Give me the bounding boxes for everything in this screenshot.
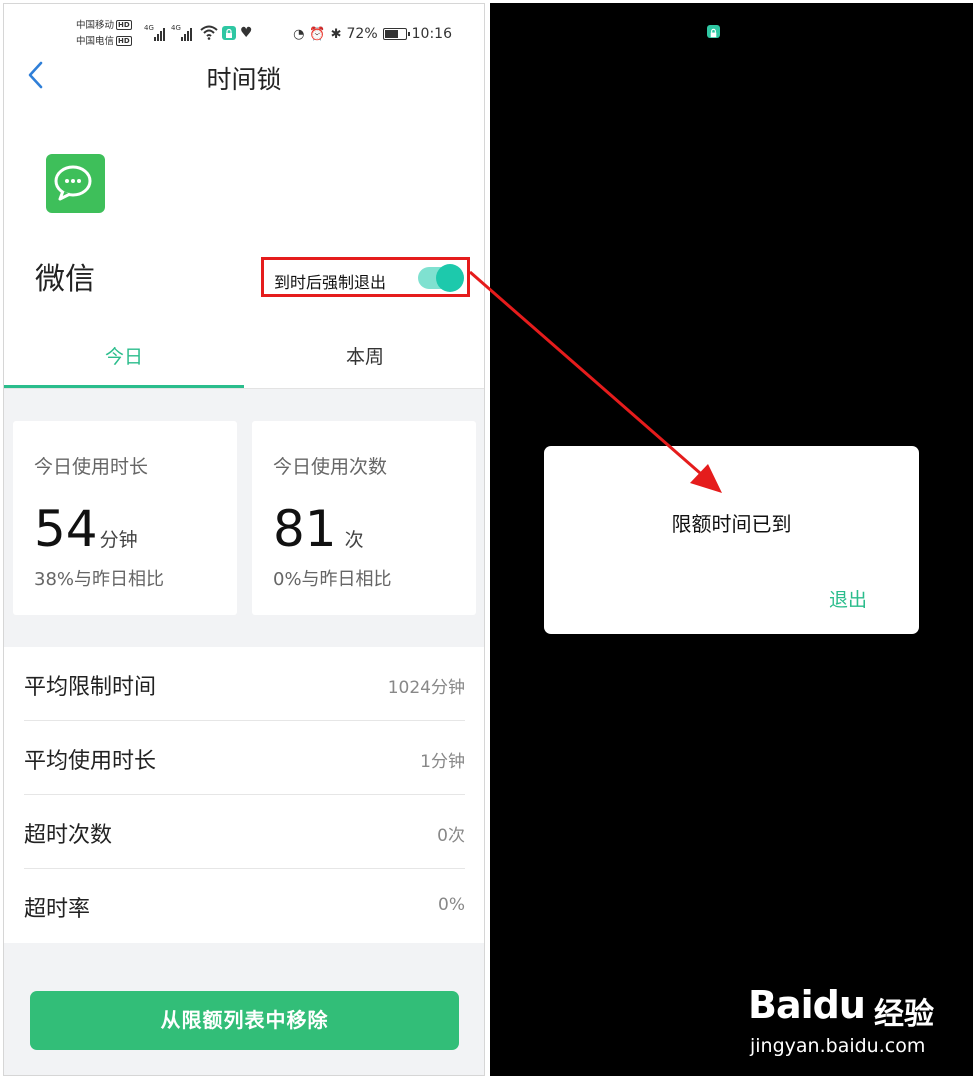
clock: 10:16 (411, 26, 452, 42)
dialog-message: 限额时间已到 (671, 512, 792, 536)
stat-value: 81 次 (273, 499, 364, 570)
stat-compare: 38%与昨日相比 (34, 569, 165, 590)
detail-label: 平均限制时间 (24, 675, 157, 700)
signal-2-icon: 4G (171, 24, 193, 41)
lock-app-icon (222, 26, 236, 40)
wifi-icon (200, 25, 218, 40)
wechat-icon (46, 154, 105, 213)
detail-label: 平均使用时长 (24, 749, 157, 774)
stat-unit: 次 (344, 529, 364, 551)
left-phone-screen: 中国移动 HD 中国电信 HD 4G 4G ♥ ◔ ⏰ ✱ 72% 10:16 … (3, 3, 485, 1076)
detail-value: 1024分钟 (387, 678, 465, 698)
signal-1-icon: 4G (144, 24, 166, 41)
data-saver-icon: ◔ (293, 26, 305, 42)
battery-percent: 72% (346, 26, 378, 42)
detail-label: 超时次数 (24, 823, 113, 848)
detail-value: 0% (438, 895, 465, 915)
detail-value: 0次 (437, 826, 465, 846)
stat-value: 54 分钟 (34, 499, 138, 570)
toggle-knob (436, 264, 464, 292)
force-exit-toggle[interactable] (418, 264, 464, 292)
alarm-icon: ⏰ (309, 26, 326, 42)
page-title: 时间锁 (206, 65, 282, 94)
carrier-2: 中国电信 HD (76, 36, 132, 48)
detail-value: 1分钟 (420, 752, 465, 772)
app-name: 微信 (35, 262, 95, 297)
carrier-1: 中国移动 HD (76, 20, 132, 32)
network-2-label: 4G (171, 24, 181, 32)
stat-number: 81 (273, 500, 337, 558)
bluetooth-icon: ✱ (330, 26, 342, 42)
stat-unit: 分钟 (99, 529, 138, 551)
hd-badge: HD (116, 20, 132, 30)
stat-label: 今日使用时长 (34, 456, 149, 478)
status-bar: 中国移动 HD 中国电信 HD 4G 4G ♥ ◔ ⏰ ✱ 72% 10:16 (4, 4, 484, 54)
force-exit-label: 到时后强制退出 (274, 273, 387, 292)
detail-row-avg-usage: 平均使用时长 1分钟 (24, 721, 465, 795)
carrier-1-label: 中国移动 (76, 20, 115, 31)
carrier-2-label: 中国电信 (76, 36, 115, 47)
detail-row-overtime-count: 超时次数 0次 (24, 795, 465, 869)
tab-today[interactable]: 今日 (4, 334, 244, 388)
lock-app-icon (707, 25, 720, 38)
battery-level (384, 30, 399, 38)
screenshot-stage: 中国移动 HD 中国电信 HD 4G 4G ♥ ◔ ⏰ ✱ 72% 10:16 … (0, 0, 976, 1080)
hd-badge: HD (116, 36, 132, 46)
detail-row-overtime-rate: 超时率 0% (24, 869, 465, 943)
stat-number: 54 (34, 500, 98, 558)
force-exit-highlight-box: 到时后强制退出 (261, 257, 470, 297)
dialog-exit-button[interactable]: 退出 (829, 585, 867, 612)
battery-icon (382, 28, 410, 40)
detail-label: 超时率 (24, 897, 91, 922)
watermark-url: jingyan.baidu.com (750, 1035, 926, 1057)
watermark-logo-cn: 经验 (874, 997, 934, 1032)
tab-this-week[interactable]: 本周 (244, 334, 484, 388)
detail-list: 平均限制时间 1024分钟 平均使用时长 1分钟 超时次数 0次 超时率 0% (4, 647, 484, 943)
tab-divider (4, 388, 484, 389)
status-right-group: ◔ ⏰ ✱ 72% 10:16 (293, 26, 452, 42)
detail-row-avg-limit: 平均限制时间 1024分钟 (24, 647, 465, 721)
stat-label: 今日使用次数 (273, 456, 388, 478)
remove-from-limit-list-button[interactable]: 从限额列表中移除 (30, 991, 459, 1050)
time-limit-dialog: 限额时间已到 退出 (544, 446, 919, 634)
network-1-label: 4G (144, 24, 154, 32)
stat-card-usage-count: 今日使用次数 81 次 0%与昨日相比 (252, 421, 476, 615)
watermark-logo: Baidu (748, 983, 866, 1027)
stat-card-usage-duration: 今日使用时长 54 分钟 38%与昨日相比 (13, 421, 237, 615)
stat-compare: 0%与昨日相比 (273, 569, 392, 590)
right-phone-screen: 限额时间已到 退出 Baidu 经验 jingyan.baidu.com (490, 3, 973, 1076)
baidu-watermark: Baidu 经验 jingyan.baidu.com (748, 975, 968, 1065)
heart-icon: ♥ (240, 25, 253, 41)
